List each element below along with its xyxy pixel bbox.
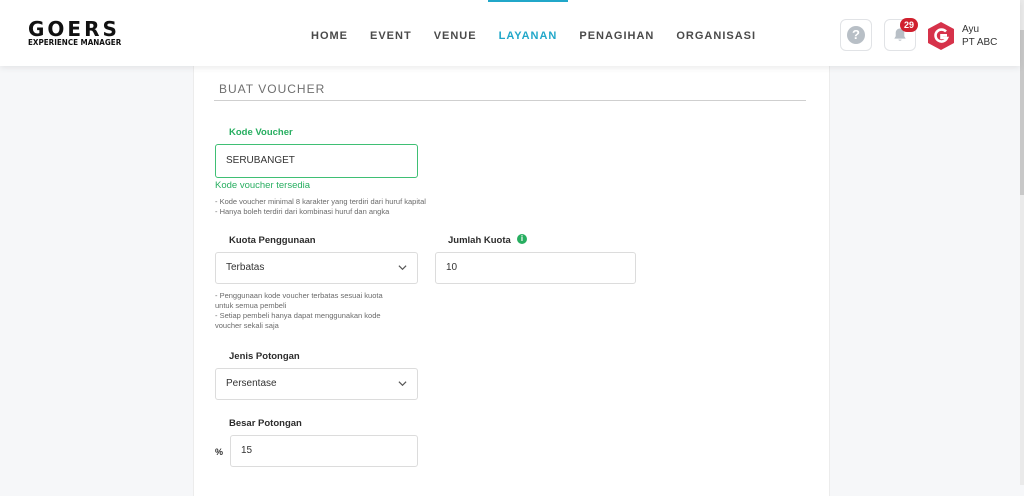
discount-type-value: Persentase bbox=[226, 378, 277, 389]
hint-line: untuk semua pembeli bbox=[215, 301, 287, 310]
nav-event[interactable]: EVENT bbox=[359, 0, 423, 66]
nav-layanan[interactable]: LAYANAN bbox=[487, 0, 569, 66]
user-avatar[interactable] bbox=[927, 21, 955, 51]
help-button[interactable]: ? bbox=[840, 19, 872, 51]
quota-amount-value: 10 bbox=[446, 262, 458, 273]
usage-quota-value: Terbatas bbox=[226, 262, 265, 273]
nav-home[interactable]: HOME bbox=[300, 0, 359, 66]
notification-button[interactable]: 29 bbox=[884, 18, 918, 51]
usage-quota-label: Kuota Penggunaan bbox=[229, 235, 316, 246]
section-divider bbox=[214, 100, 806, 101]
usage-quota-hints: - Penggunaan kode voucher terbatas sesua… bbox=[215, 291, 383, 331]
scrollbar-thumb[interactable] bbox=[1020, 30, 1024, 195]
hint-line: voucher sekali saja bbox=[215, 321, 279, 330]
info-icon[interactable]: i bbox=[517, 234, 527, 244]
discount-type-label: Jenis Potongan bbox=[229, 351, 300, 362]
user-name: Ayu bbox=[962, 24, 980, 35]
nav-venue[interactable]: VENUE bbox=[423, 0, 488, 66]
top-header: GOERS EXPERIENCE MANAGER HOME EVENT VENU… bbox=[0, 0, 1020, 66]
voucher-status-message: Kode voucher tersedia bbox=[215, 180, 311, 191]
user-org: PT ABC bbox=[962, 37, 998, 48]
main-nav: HOME EVENT VENUE LAYANAN PENAGIHAN ORGAN… bbox=[300, 0, 767, 66]
discount-amount-value: 15 bbox=[241, 445, 253, 456]
help-icon: ? bbox=[847, 26, 865, 44]
hint-line: - Hanya boleh terdiri dari kombinasi hur… bbox=[215, 207, 390, 216]
nav-organisasi[interactable]: ORGANISASI bbox=[665, 0, 767, 66]
section-title: BUAT VOUCHER bbox=[219, 82, 326, 96]
goers-logo[interactable]: GOERS EXPERIENCE MANAGER bbox=[28, 17, 132, 48]
hint-line: - Penggunaan kode voucher terbatas sesua… bbox=[215, 291, 383, 300]
notification-badge: 29 bbox=[900, 18, 918, 32]
discount-type-select[interactable]: Persentase bbox=[215, 368, 418, 400]
chevron-down-icon bbox=[398, 265, 407, 271]
chevron-down-icon bbox=[398, 381, 407, 387]
quota-amount-label: Jumlah Kuota bbox=[448, 235, 511, 246]
discount-amount-input[interactable]: 15 bbox=[230, 435, 418, 467]
brand-tagline: EXPERIENCE MANAGER bbox=[28, 38, 122, 47]
brand-name: GOERS bbox=[28, 17, 120, 41]
voucher-code-hints: - Kode voucher minimal 8 karakter yang t… bbox=[215, 197, 426, 217]
discount-amount-label: Besar Potongan bbox=[229, 418, 302, 429]
hint-line: - Setiap pembeli hanya dapat menggunakan… bbox=[215, 311, 381, 320]
voucher-code-input[interactable]: SERUBANGET bbox=[215, 144, 418, 178]
usage-quota-select[interactable]: Terbatas bbox=[215, 252, 418, 284]
percent-prefix: % bbox=[215, 447, 224, 457]
hint-line: - Kode voucher minimal 8 karakter yang t… bbox=[215, 197, 426, 206]
nav-penagihan[interactable]: PENAGIHAN bbox=[568, 0, 665, 66]
quota-amount-input[interactable]: 10 bbox=[435, 252, 636, 284]
user-info[interactable]: Ayu PT ABC bbox=[962, 23, 997, 49]
voucher-code-value: SERUBANGET bbox=[226, 155, 295, 166]
voucher-code-label: Kode Voucher bbox=[229, 127, 293, 138]
voucher-form-card: BUAT VOUCHER Kode Voucher SERUBANGET Kod… bbox=[193, 66, 830, 496]
